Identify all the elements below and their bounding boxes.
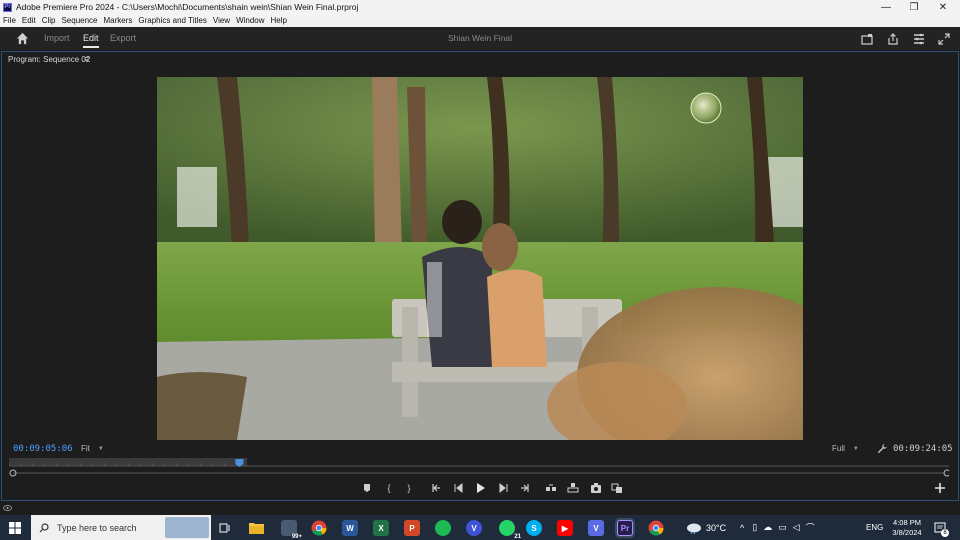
extract-icon[interactable] [566,481,580,495]
word-icon[interactable]: W [342,520,358,536]
mail-icon[interactable]: 99+ [281,520,303,540]
mark-out-button[interactable]: } [402,481,416,495]
tab-import[interactable]: Import [44,33,70,43]
status-eye-icon[interactable] [3,504,12,512]
close-button[interactable]: ✕ [929,0,957,14]
video-frame-image [157,77,803,440]
weather-widget[interactable]: 30°C [686,515,726,540]
zoom-value: Fit [81,444,90,453]
share-icon[interactable] [886,32,900,46]
zoom-dropdown[interactable]: Fit ▼ [81,443,117,454]
menu-edit[interactable]: Edit [22,16,36,25]
restore-button[interactable]: ❐ [900,0,928,14]
program-monitor-tab[interactable]: Program: Sequence 02 [8,55,90,64]
lift-icon[interactable] [544,481,558,495]
tray-app-icon[interactable]: ▯ [752,522,757,533]
task-view-icon[interactable] [219,522,231,534]
premiere-app-icon: Pr [3,2,12,12]
windows-start-icon[interactable] [9,522,21,534]
duration-timecode: 00:09:24:05 [893,444,953,454]
menu-window[interactable]: Window [236,16,264,25]
program-video-frame[interactable] [157,77,803,440]
battery-icon[interactable]: ▭ [778,522,787,533]
whatsapp-icon[interactable]: 21 [499,520,522,540]
clock-date: 3/8/2024 [892,527,922,537]
menu-graphics-and-titles[interactable]: Graphics and Titles [138,16,206,25]
taskbar-clock[interactable]: 4:08 PM 3/8/2024 [890,515,924,540]
step-back-icon[interactable] [452,481,466,495]
timeline-scrubber[interactable] [9,458,949,480]
quick-export-icon[interactable] [860,32,874,46]
mail-badge: 99+ [290,534,303,540]
spotify-icon[interactable] [435,520,451,536]
language-indicator[interactable]: ENG [866,515,883,540]
step-forward-icon[interactable] [496,481,510,495]
youtube-icon[interactable]: ▶ [557,520,573,536]
file-explorer-icon[interactable] [249,521,264,534]
wrench-settings-icon[interactable] [877,443,888,454]
minimize-button[interactable]: — [872,0,900,14]
chrome-icon[interactable] [311,520,327,536]
resolution-dropdown[interactable]: Full ▼ [832,443,870,454]
windows-taskbar: Type here to search 99+ W X P V S ▶ V Pr 21 30°… [0,515,960,540]
powerpoint-icon[interactable]: P [404,520,420,536]
weather-cloud-icon [687,523,701,534]
search-highlights-image [165,517,209,538]
search-placeholder: Type here to search [57,522,137,533]
onedrive-icon[interactable]: ☁ [763,522,772,533]
menu-help[interactable]: Help [271,16,287,25]
go-to-out-icon[interactable] [517,481,531,495]
tray-icons: ^ ▯ ☁ ▭ ◁ ⌒ [740,515,815,540]
go-to-in-icon[interactable] [430,481,444,495]
excel-icon[interactable]: X [373,520,389,536]
weather-temperature: 30°C [706,522,727,533]
menu-bar: File Edit Clip Sequence Markers Graphics… [0,14,960,27]
vegas-icon[interactable]: V [588,520,604,536]
chevron-down-icon: ▼ [852,445,859,452]
chrome-icon[interactable] [648,520,664,536]
play-icon[interactable] [473,481,487,495]
comparison-view-icon[interactable] [610,481,624,495]
resolution-value: Full [832,444,845,453]
menu-file[interactable]: File [3,16,16,25]
transport-controls: { } [0,481,960,497]
workspaces-menu-icon[interactable] [912,32,926,46]
export-frame-icon[interactable] [589,481,603,495]
viber-icon[interactable]: V [466,520,482,536]
fullscreen-icon[interactable] [937,32,951,46]
menu-view[interactable]: View [213,16,230,25]
clock-time: 4:08 PM [893,517,921,527]
wifi-icon[interactable]: ⌒ [806,521,815,534]
panel-menu-icon[interactable]: ≡ [84,54,89,64]
taskbar-search-box[interactable]: Type here to search [31,515,211,540]
project-name: Shian Wein Final [447,33,513,43]
chevron-down-icon: ▼ [97,445,104,452]
button-editor-plus-icon[interactable] [933,481,947,495]
add-marker-icon[interactable] [360,481,374,495]
skype-icon[interactable]: S [526,520,542,536]
current-timecode[interactable]: 00:09:05:06 [13,444,73,454]
window-title-bar: Pr Adobe Premiere Pro 2024 - C:\Users\Mo… [0,0,960,14]
home-icon[interactable] [16,32,29,45]
menu-sequence[interactable]: Sequence [61,16,97,25]
window-title: Adobe Premiere Pro 2024 - C:\Users\Mochi… [16,2,359,12]
premiere-icon[interactable]: Pr [617,520,633,536]
volume-icon[interactable]: ◁ [793,522,800,533]
tab-edit[interactable]: Edit [83,33,99,48]
workspace-header: Import Edit Export Shian Wein Final [0,27,960,51]
tab-export[interactable]: Export [110,33,136,43]
notification-count: 8 [941,529,949,537]
menu-clip[interactable]: Clip [42,16,56,25]
menu-markers[interactable]: Markers [104,16,133,25]
mark-in-button[interactable]: { [382,481,396,495]
search-icon [39,522,49,532]
notification-center-icon[interactable]: 8 [934,515,949,540]
status-bar [0,501,960,515]
whatsapp-badge: 21 [513,534,522,540]
show-hidden-icons-chevron-icon[interactable]: ^ [740,523,744,533]
